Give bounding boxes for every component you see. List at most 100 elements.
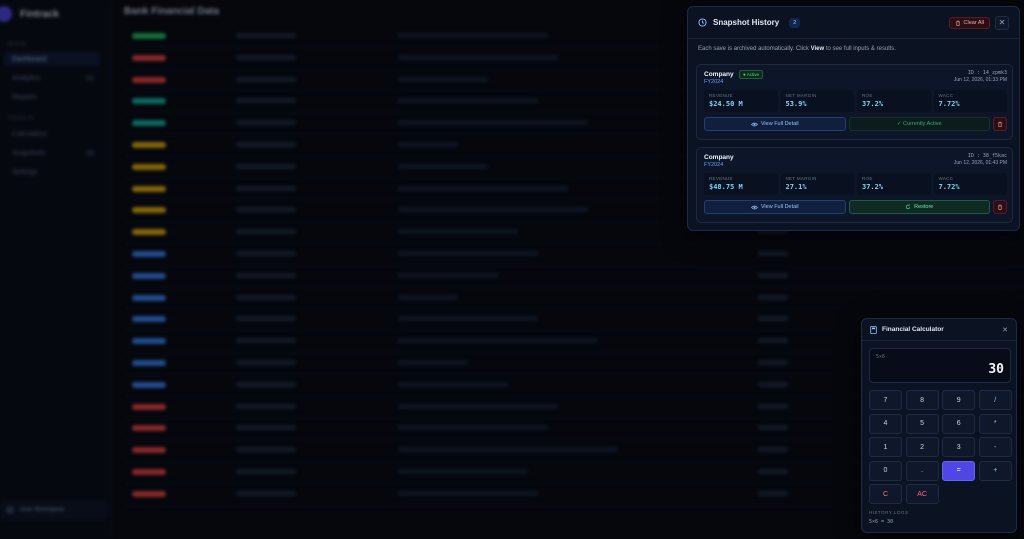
calc-key-divide[interactable]: / [978, 390, 1012, 410]
metric-label: NET MARGIN [785, 176, 817, 181]
view-full-detail-button[interactable]: View Full Detail [704, 117, 846, 131]
sidebar-item-analytics[interactable]: Analytics [4, 71, 100, 85]
row-tag [132, 33, 166, 39]
sidebar-item-dashboard[interactable]: Dashboard [4, 52, 100, 66]
page-title: Bank Financial Data [124, 6, 220, 17]
delete-snapshot-button[interactable] [993, 200, 1007, 214]
app-root: Fintrack MAIN Dashboard Analytics Report… [0, 0, 1024, 539]
company-name: Company [704, 154, 734, 161]
card-actions: View Full Detail Restore [704, 200, 1007, 214]
close-icon[interactable]: ✕ [1002, 326, 1008, 334]
view-full-detail-button[interactable]: View Full Detail [704, 200, 846, 214]
metric-roe: ROE 37.2% [857, 90, 931, 112]
nav-section-tools: TOOLS [8, 116, 34, 122]
close-icon[interactable]: ✕ [995, 15, 1009, 30]
row-tag [132, 250, 166, 257]
metric-revenue: REVENUE $48.75 M [704, 173, 778, 195]
row-desc-placeholder [398, 294, 458, 300]
row-desc-placeholder [398, 163, 488, 169]
calc-key-c[interactable]: C [869, 484, 902, 504]
sidebar-item-settings[interactable]: Settings [4, 165, 100, 179]
eye-icon [750, 205, 758, 209]
metric-label: ROE [862, 93, 873, 98]
calc-key-6[interactable]: 6 [942, 413, 976, 434]
metric-revenue: REVENUE $24.50 M [704, 90, 778, 112]
row-name-placeholder [236, 381, 296, 387]
row-name-placeholder [236, 185, 296, 191]
row-name-placeholder [236, 163, 296, 169]
description-text: Each save is archived automatically. Cli… [698, 46, 811, 52]
calc-key-8[interactable]: 8 [905, 390, 939, 410]
row-tag [132, 359, 166, 366]
row-name-placeholder [236, 207, 296, 213]
calc-key-equals[interactable]: = [942, 460, 976, 481]
row-tag [132, 54, 166, 61]
restore-button[interactable]: Restore [848, 200, 990, 214]
row-name-placeholder [236, 403, 296, 409]
row-desc-placeholder [398, 447, 618, 453]
sidebar-item-snapshots[interactable]: Snapshots [4, 146, 100, 160]
sidebar-item-reports[interactable]: Reports [4, 90, 100, 104]
calculator-icon [870, 325, 877, 334]
row-tag [132, 229, 166, 236]
metric-label: ROE [862, 176, 873, 181]
row-number-placeholder [758, 338, 788, 344]
trash-icon [955, 20, 960, 26]
row-number-placeholder [758, 250, 788, 256]
row-desc-placeholder [398, 33, 548, 38]
row-desc-placeholder [398, 316, 538, 322]
row-name-placeholder [236, 250, 296, 256]
row-name-placeholder [236, 447, 296, 453]
calc-key-0[interactable]: 0 [869, 460, 902, 481]
calc-key-5[interactable]: 5 [905, 413, 939, 434]
row-number-placeholder [758, 381, 788, 387]
avatar [6, 506, 14, 514]
calc-key-2[interactable]: 2 [905, 437, 939, 457]
row-desc-placeholder [398, 229, 518, 235]
calc-key-3[interactable]: 3 [942, 437, 976, 457]
calc-key-multiply[interactable]: * [978, 413, 1012, 434]
row-desc-placeholder [398, 272, 498, 278]
row-name-placeholder [236, 490, 296, 496]
row-desc-placeholder [398, 250, 538, 256]
calc-key-7[interactable]: 7 [869, 390, 902, 410]
calc-key-minus[interactable]: - [978, 437, 1012, 457]
row-tag [132, 490, 166, 497]
calc-key-ac[interactable]: AC [905, 484, 939, 504]
snapshot-id: ID : 38_f5kac [967, 153, 1007, 159]
metric-label: WACC [938, 93, 954, 98]
financial-calculator: Financial Calculator ✕ 5×6 30 7 8 9/4 5 6 * 1 2… [861, 318, 1017, 533]
calc-key-4[interactable]: 4 [869, 413, 902, 434]
panel-description: Each save is archived automatically. Cli… [688, 39, 1019, 59]
row-number-placeholder [758, 359, 788, 365]
calc-key-decimal[interactable]: . [905, 460, 939, 481]
calc-key-1[interactable]: 1 [869, 437, 902, 457]
metric-value: 27.1% [785, 183, 807, 191]
eye-icon [750, 122, 758, 126]
calc-key-9[interactable]: 9 [942, 390, 976, 410]
row-name-placeholder [236, 120, 296, 126]
user-card[interactable]: User Workspace [0, 500, 108, 520]
user-name: User Workspace [20, 507, 65, 513]
sidebar-item-calculators[interactable]: Calculators [4, 127, 100, 141]
app-name: Fintrack [20, 8, 59, 20]
view-label: View Full Detail [760, 121, 799, 127]
row-desc-placeholder [398, 490, 538, 496]
metric-net-margin: NET MARGIN 27.1% [780, 173, 854, 195]
row-tag [132, 468, 166, 475]
metric-label: REVENUE [709, 176, 733, 181]
row-number-placeholder [758, 468, 788, 474]
view-label: View Full Detail [760, 204, 799, 210]
snapshot-date: Jun 12, 2026, 01:33 PM [953, 77, 1007, 83]
clear-all-button[interactable]: Clear All [948, 16, 990, 29]
delete-snapshot-button[interactable] [993, 117, 1007, 131]
row-tag [132, 447, 166, 454]
row-desc-placeholder [398, 381, 508, 387]
snapshot-count-badge: 2 [789, 17, 801, 28]
calc-key-plus[interactable]: + [978, 460, 1012, 481]
row-tag [132, 120, 166, 127]
sidebar: Fintrack MAIN Dashboard Analytics Report… [0, 0, 112, 539]
table-row [124, 288, 1024, 310]
card-actions: View Full Detail ✓ Currently Active [704, 117, 1007, 131]
row-tag [132, 425, 166, 432]
